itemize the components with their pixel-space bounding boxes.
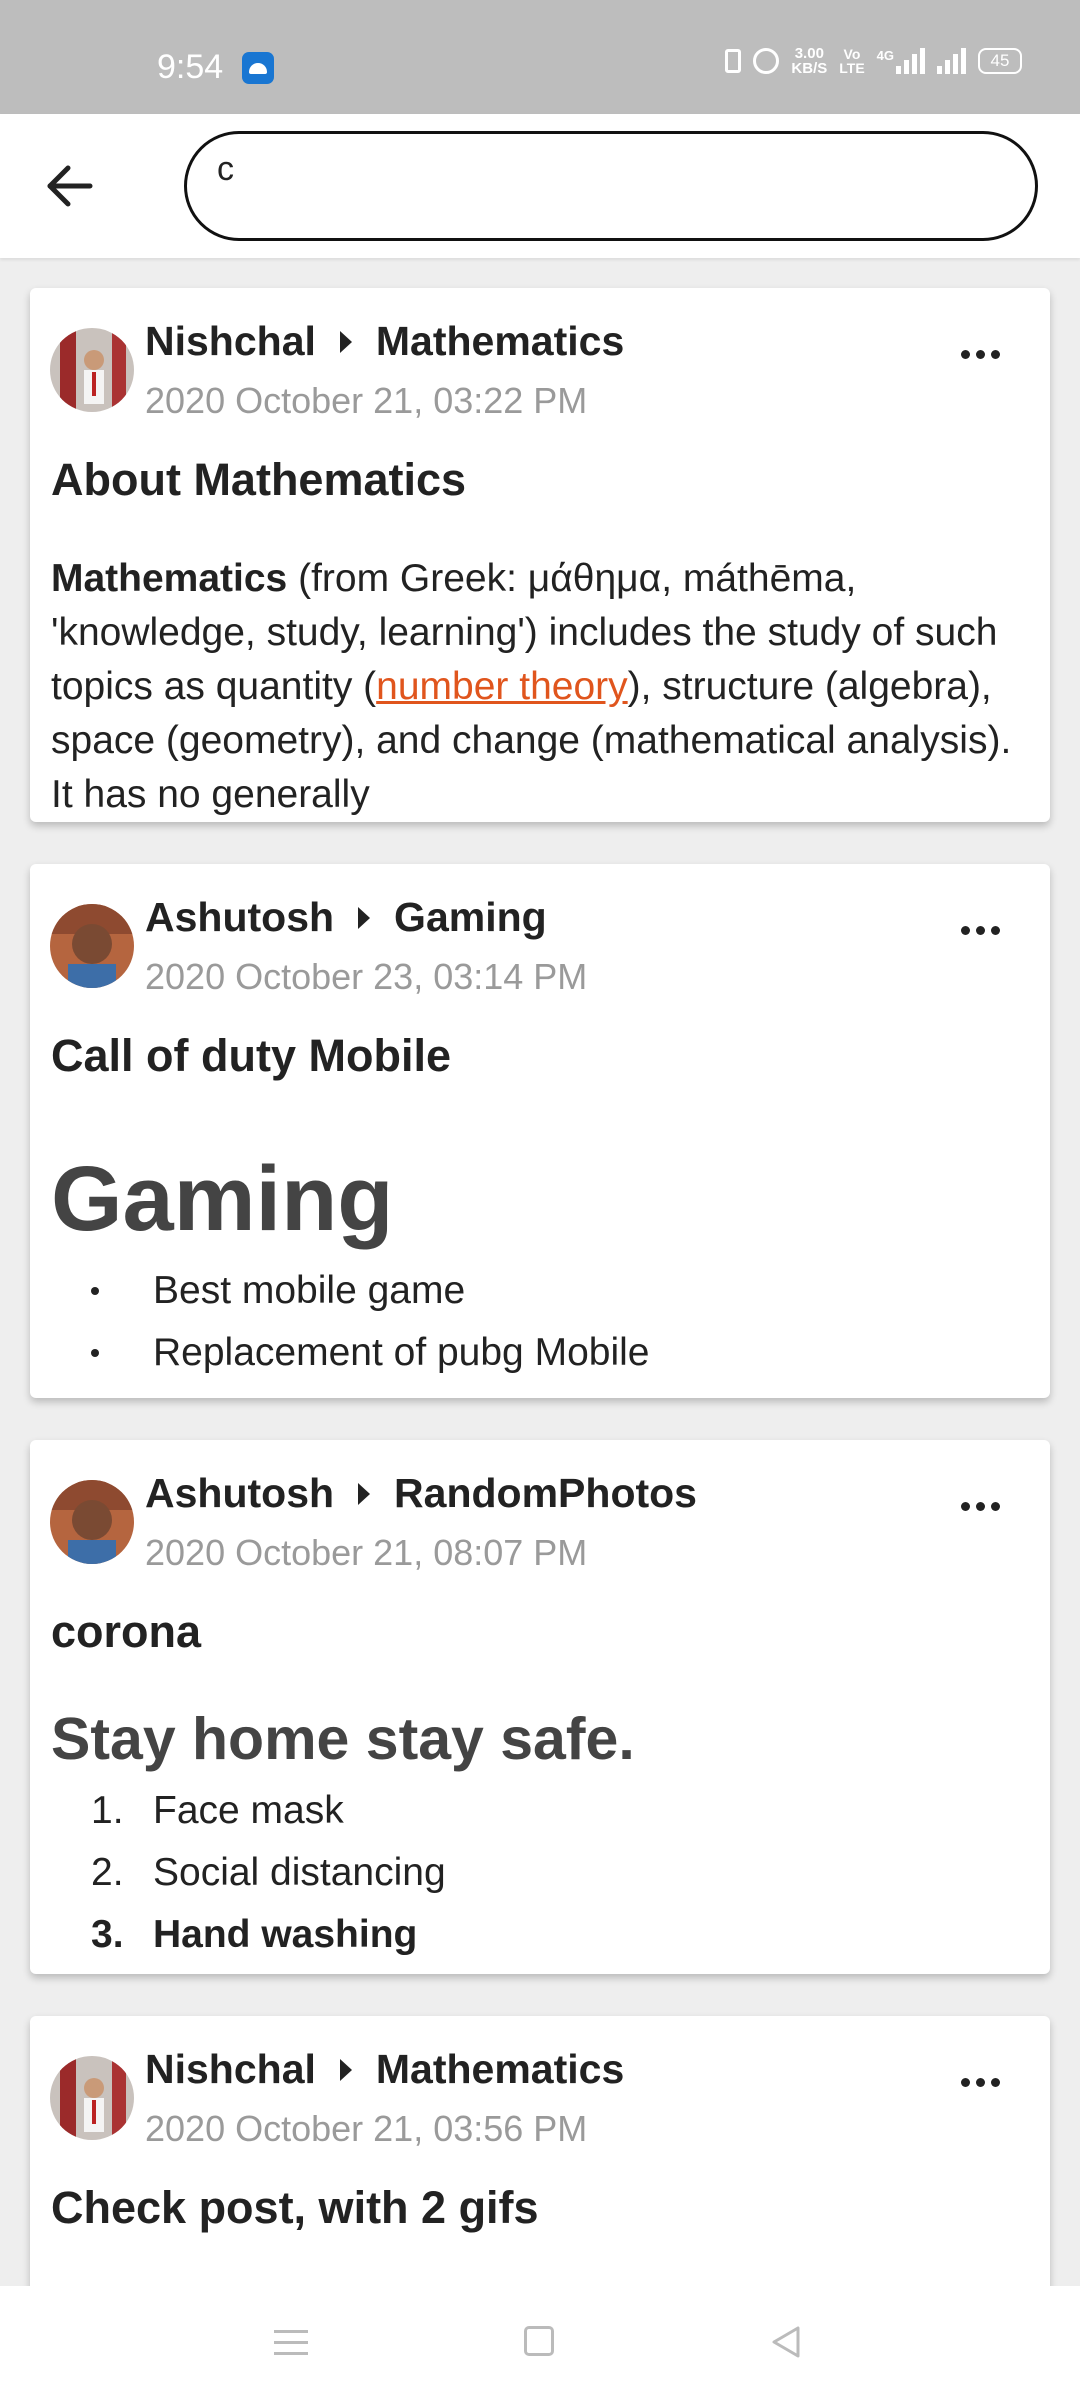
user-avatar-image <box>50 904 134 988</box>
arrow-left-icon <box>47 165 93 207</box>
post-title[interactable]: Call of duty Mobile <box>51 1030 451 1082</box>
bullet-icon <box>91 1349 99 1357</box>
network-type-label: 4G <box>876 48 894 63</box>
more-horizontal-icon <box>961 2078 970 2087</box>
list-item: Replacement of pubg Mobile <box>51 1322 649 1384</box>
network-speed: 3.00 KB/S <box>791 46 827 76</box>
more-horizontal-icon <box>961 1502 970 1511</box>
community-name[interactable]: Gaming <box>394 894 547 941</box>
caret-right-icon <box>358 906 371 929</box>
volte-bottom-label: LTE <box>839 60 865 76</box>
community-name[interactable]: RandomPhotos <box>394 1470 697 1517</box>
user-avatar-image <box>50 328 134 412</box>
system-navigation-bar <box>0 2286 1080 2400</box>
author-name[interactable]: Nishchal <box>145 2046 316 2093</box>
list-item: 2. Social distancing <box>51 1842 635 1904</box>
community-name[interactable]: Mathematics <box>376 318 624 365</box>
post-title[interactable]: corona <box>51 1606 201 1658</box>
recent-apps-button[interactable] <box>274 2330 308 2356</box>
battery-icon: 45 <box>978 48 1022 74</box>
post-breadcrumb: Ashutosh RandomPhotos <box>145 1470 697 1517</box>
triangle-back-icon <box>772 2326 800 2358</box>
status-bar: 9:54 3.00 KB/S Vo LTE 4G 45 <box>0 0 1080 114</box>
bold-term: Mathematics <box>51 557 288 600</box>
signal-strength-2-icon <box>937 48 966 74</box>
network-speed-value: 3.00 <box>794 45 824 62</box>
list-item-text: Face mask <box>153 1789 344 1832</box>
post-title[interactable]: Check post, with 2 gifs <box>51 2182 539 2234</box>
signal-strength-icon <box>896 48 925 74</box>
more-horizontal-icon <box>961 350 970 359</box>
back-button[interactable] <box>42 158 98 214</box>
post-date: 2020 October 21, 08:07 PM <box>145 1532 588 1573</box>
volte-top-label: Vo <box>843 46 861 62</box>
content-heading: Gaming <box>51 1148 394 1250</box>
post-breadcrumb: Nishchal Mathematics <box>145 2046 624 2093</box>
avatar[interactable] <box>50 2056 134 2140</box>
status-icons: 3.00 KB/S Vo LTE 4G 45 <box>725 46 1022 76</box>
home-button[interactable] <box>524 2326 554 2356</box>
avatar[interactable] <box>50 1480 134 1564</box>
volte-icon: Vo LTE <box>839 47 864 75</box>
more-options-button[interactable] <box>961 350 1000 359</box>
bullet-list: Best mobile game Replacement of pubg Mob… <box>51 1260 649 1384</box>
status-time: 9:54 <box>157 48 224 86</box>
post-card[interactable]: Ashutosh Gaming 2020 October 23, 03:14 P… <box>30 864 1050 1398</box>
more-options-button[interactable] <box>961 1502 1000 1511</box>
author-name[interactable]: Nishchal <box>145 318 316 365</box>
more-options-button[interactable] <box>961 2078 1000 2087</box>
search-box[interactable] <box>184 131 1038 241</box>
post-date: 2020 October 21, 03:22 PM <box>145 380 588 421</box>
avatar[interactable] <box>50 328 134 412</box>
avatar[interactable] <box>50 904 134 988</box>
post-body: Mathematics (from Greek: μάθημα, máthēma… <box>51 552 1026 822</box>
user-avatar-image <box>50 2056 134 2140</box>
bullet-icon <box>91 1287 99 1295</box>
top-app-bar <box>0 114 1080 258</box>
caret-right-icon <box>358 1482 371 1505</box>
more-horizontal-icon <box>961 926 970 935</box>
post-paragraph: Mathematics (from Greek: μάθημα, máthēma… <box>51 552 1026 822</box>
list-item-text: Social distancing <box>153 1851 446 1894</box>
post-breadcrumb: Nishchal Mathematics <box>145 318 624 365</box>
list-number: 3. <box>91 1913 124 1956</box>
post-date: 2020 October 23, 03:14 PM <box>145 956 588 997</box>
list-item-text: Replacement of pubg Mobile <box>153 1331 650 1374</box>
post-title[interactable]: About Mathematics <box>51 454 466 506</box>
search-input[interactable] <box>215 148 999 190</box>
post-body: Gaming Best mobile game Replacement of p… <box>51 1144 649 1384</box>
list-number: 2. <box>91 1851 124 1894</box>
post-breadcrumb: Ashutosh Gaming <box>145 894 547 941</box>
network-speed-unit: KB/S <box>791 60 828 77</box>
signal-4g: 4G <box>877 48 925 74</box>
author-name[interactable]: Ashutosh <box>145 1470 334 1517</box>
content-heading: Stay home stay safe. <box>51 1706 635 1772</box>
list-item: 3. Hand washing <box>51 1904 635 1966</box>
number-theory-link[interactable]: number theory <box>376 665 627 708</box>
post-card[interactable]: Nishchal Mathematics 2020 October 21, 03… <box>30 2016 1050 2316</box>
system-back-button[interactable] <box>766 2322 806 2362</box>
user-avatar-image <box>50 1480 134 1564</box>
list-item: 1. Face mask <box>51 1780 635 1842</box>
caret-right-icon <box>339 330 352 353</box>
author-name[interactable]: Ashutosh <box>145 894 334 941</box>
numbered-list: 1. Face mask 2. Social distancing 3. Hand w… <box>51 1780 635 1966</box>
alarm-icon <box>753 48 780 74</box>
list-number: 1. <box>91 1789 124 1832</box>
community-name[interactable]: Mathematics <box>376 2046 624 2093</box>
post-body: Stay home stay safe. 1. Face mask 2. Socia… <box>51 1702 635 1966</box>
list-item-text: Hand washing <box>153 1913 418 1956</box>
list-item: Best mobile game <box>51 1260 649 1322</box>
post-card[interactable]: Nishchal Mathematics 2020 October 21, 03… <box>30 288 1050 822</box>
list-item-text: Best mobile game <box>153 1269 466 1312</box>
post-date: 2020 October 21, 03:56 PM <box>145 2108 588 2149</box>
vibrate-icon <box>725 49 742 73</box>
more-options-button[interactable] <box>961 926 1000 935</box>
caret-right-icon <box>339 2058 352 2081</box>
android-notification-icon <box>242 52 274 84</box>
post-card[interactable]: Ashutosh RandomPhotos 2020 October 21, 0… <box>30 1440 1050 1974</box>
